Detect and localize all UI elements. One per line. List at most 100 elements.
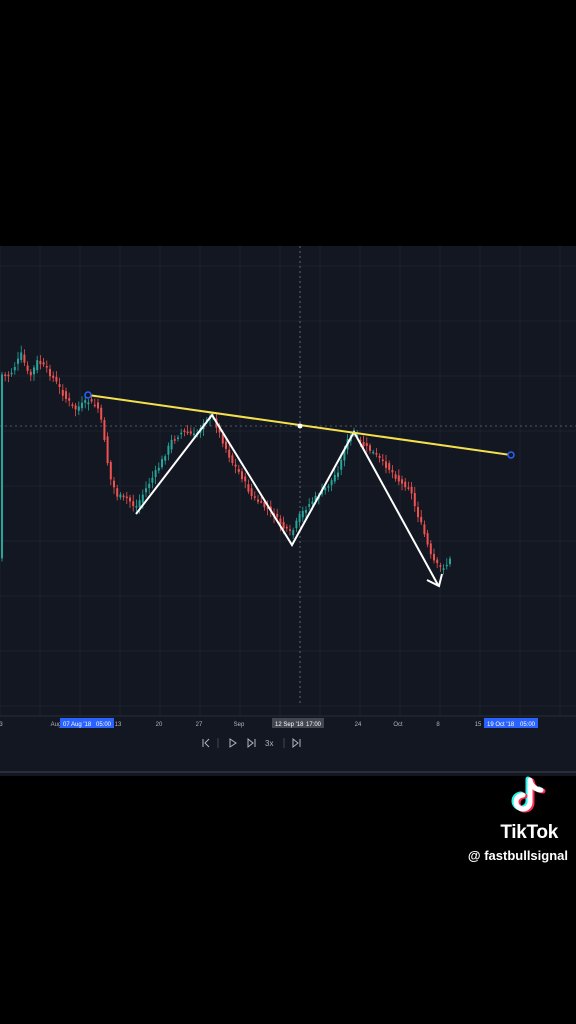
candle-down	[45, 365, 48, 368]
candle-down	[4, 374, 7, 377]
candle-down	[375, 453, 378, 455]
candle-up	[87, 402, 90, 405]
candle-up	[337, 472, 339, 477]
chart-panel[interactable]: 3 Aug 13 20 27 Sep 24 Oct 8 15 07 Aug '18 05:00 12 S…	[0, 246, 576, 776]
time-axis-tick: Aug	[51, 722, 62, 728]
time-axis-tick: 3	[0, 722, 3, 728]
candle-down	[68, 398, 71, 401]
candle-down	[250, 488, 253, 496]
candle-up	[330, 480, 333, 486]
candle-up	[449, 558, 451, 565]
time-axis-highlight-time: 05:00	[96, 722, 112, 728]
replay-controls[interactable]: 3x	[202, 737, 301, 749]
candle-down	[26, 365, 29, 371]
candle-up	[81, 402, 83, 409]
candle-down	[132, 501, 135, 507]
candle-down	[23, 354, 26, 363]
candle-down	[423, 524, 426, 535]
candle-up	[138, 500, 141, 508]
replay-speed-label[interactable]: 3x	[265, 739, 273, 748]
time-axis-highlight: 12 Sep '18 17:00	[272, 718, 324, 728]
candle-down	[401, 479, 403, 484]
time-axis-highlight-time: 17:00	[306, 722, 322, 728]
zigzag-pattern-drawing[interactable]	[135, 413, 443, 588]
trendline-end-anchor[interactable]	[507, 451, 515, 459]
candle-down	[234, 464, 237, 467]
candle-up	[1, 374, 3, 559]
candle-down	[257, 499, 259, 502]
candle-up	[161, 459, 163, 468]
candle-down	[420, 516, 423, 523]
candle-up	[33, 367, 35, 375]
candle-up	[340, 459, 343, 470]
zigzag-line[interactable]	[135, 413, 439, 586]
price-chart[interactable]: 3 Aug 13 20 27 Sep 24 Oct 8 15 07 Aug '18 05:00 12 S…	[0, 246, 576, 776]
candle-down	[109, 462, 112, 480]
candle-up	[13, 366, 16, 371]
time-axis-tick: 13	[115, 722, 122, 728]
time-axis-tick: 8	[436, 722, 440, 728]
candle-down	[97, 402, 99, 409]
candle-up	[295, 520, 298, 529]
candle-down	[189, 431, 192, 434]
candle-up	[327, 486, 330, 488]
candle-down	[225, 441, 227, 449]
candle-up	[77, 406, 80, 411]
candle-up	[193, 433, 195, 436]
candle-down	[58, 384, 61, 387]
tiktok-handle: @ fastbullsignal	[467, 848, 568, 863]
trendline-start-anchor[interactable]	[84, 391, 92, 399]
candle-down	[407, 487, 410, 489]
play-icon[interactable]	[229, 738, 237, 748]
candle-up	[180, 432, 183, 435]
candle-down	[365, 443, 368, 446]
candle-down	[260, 501, 263, 503]
candle-down	[65, 391, 67, 399]
candle-down	[417, 507, 419, 518]
tiktok-logo-icon	[511, 776, 546, 813]
candle-down	[385, 461, 387, 468]
candle-up	[36, 360, 39, 371]
candle-down	[241, 471, 243, 480]
candle-up	[292, 530, 295, 536]
candle-down	[71, 404, 74, 406]
candle-down	[289, 529, 291, 531]
candle-down	[228, 449, 231, 458]
candle-up	[157, 467, 160, 471]
candle-up	[84, 400, 87, 403]
tiktok-brand-name: TikTok	[500, 822, 558, 843]
candle-up	[151, 477, 154, 483]
candle-down	[93, 404, 96, 407]
candle-down	[129, 497, 131, 502]
candle-up	[177, 437, 179, 439]
time-axis-highlight-date: 07 Aug '18	[63, 722, 92, 728]
candle-up	[167, 445, 170, 455]
step-forward-icon[interactable]	[247, 737, 256, 749]
candle-up	[148, 483, 151, 489]
candle-down	[49, 368, 51, 377]
jump-to-real-time-icon[interactable]	[292, 737, 301, 749]
candle-down	[103, 420, 106, 440]
candle-down	[186, 431, 189, 434]
candle-up	[298, 513, 301, 522]
jump-to-start-icon[interactable]	[202, 738, 210, 748]
candle-down	[253, 496, 256, 498]
candle-down	[404, 481, 407, 488]
candle-down	[388, 463, 391, 470]
candle-down	[397, 475, 400, 482]
candle-up	[301, 510, 304, 518]
candle-down	[426, 533, 429, 545]
candle-down	[183, 430, 186, 432]
candle-up	[442, 568, 445, 570]
candle-down	[433, 553, 435, 561]
candle-up	[372, 451, 375, 454]
chart-grid	[0, 246, 576, 716]
candle-up	[141, 494, 144, 503]
candle-down	[90, 399, 93, 402]
neckline-trendline[interactable]	[84, 391, 515, 459]
candle-up	[170, 439, 173, 450]
candle-down	[369, 445, 371, 451]
candle-down	[381, 459, 384, 462]
time-axis-tick: 15	[475, 722, 482, 728]
candle-down	[276, 513, 279, 517]
